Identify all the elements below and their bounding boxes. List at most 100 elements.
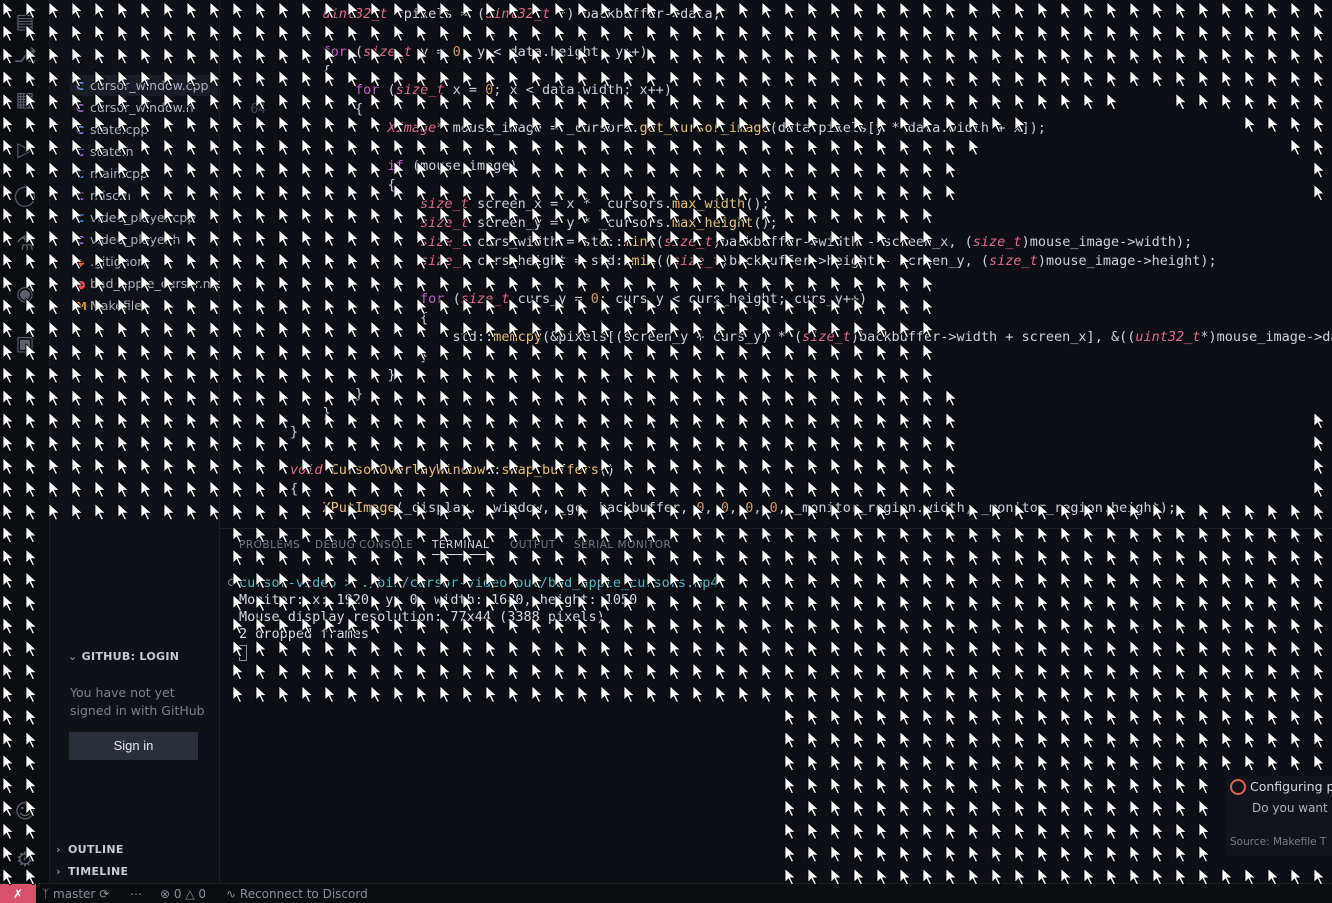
file-name: cursor_window.h <box>90 100 194 115</box>
code-text: size_t screen_x = x * _cursors.max_width… <box>420 196 770 212</box>
code-text: for (size_t y = 0; y < data.height; y++) <box>322 44 648 60</box>
code-line[interactable]: XPutImage(_display, _window, _gc, backbu… <box>220 499 1332 518</box>
source-control-icon[interactable]: ⎇ <box>12 42 38 68</box>
file-type-icon: C <box>76 168 85 181</box>
tab-debug-console[interactable]: DEBUG CONSOLE <box>315 539 413 551</box>
file-item[interactable]: ◆ .gitignore <box>76 251 150 272</box>
outline-section[interactable]: › OUTLINE <box>56 843 124 856</box>
testing-icon[interactable]: ⚗ <box>12 230 38 256</box>
file-type-icon: C <box>76 102 85 115</box>
remote-indicator-button[interactable]: ✗ <box>0 884 36 903</box>
code-text: size_t curs_width = std::min((size_t)bac… <box>420 234 1193 250</box>
file-type-icon: C <box>76 124 85 137</box>
code-line[interactable]: if (mouse_image) <box>220 157 1332 176</box>
code-text: if (mouse_image) <box>387 158 518 174</box>
code-line[interactable]: } <box>220 423 1332 442</box>
code-text: XPutImage(_display, _window, _gc, backbu… <box>322 500 1177 516</box>
code-line[interactable]: size_t curs_width = std::min((size_t)bac… <box>220 233 1332 252</box>
code-line[interactable]: for (size_t curs_y = 0; curs_y < curs_he… <box>220 290 1332 309</box>
code-line[interactable]: { <box>220 62 1332 81</box>
file-item[interactable]: Cvideo_player.h <box>76 229 180 250</box>
code-line[interactable]: size_t screen_x = x * _cursors.max_width… <box>220 195 1332 214</box>
code-line[interactable]: XImage* mouse_image = _cursors.get_curso… <box>220 119 1332 138</box>
code-text: } <box>290 367 396 383</box>
tab-problems[interactable]: PROBLEMS <box>239 539 300 551</box>
explorer-icon[interactable]: ▤ <box>12 8 38 34</box>
code-text: } <box>290 405 331 421</box>
code-line[interactable] <box>220 138 1332 157</box>
file-name: cursor_window.cpp <box>90 78 209 93</box>
code-text: { <box>290 481 299 497</box>
file-item[interactable]: Cstate.cpp <box>76 119 148 140</box>
settings-icon[interactable]: ⚙ <box>12 846 38 872</box>
code-line[interactable]: { <box>220 309 1332 328</box>
code-line[interactable]: { <box>220 480 1332 499</box>
file-name: .gitignore <box>90 254 150 269</box>
activity-icon: ∿ <box>226 887 237 901</box>
file-name: state.h <box>90 144 134 159</box>
file-item[interactable]: ● bad_apple_cursor.mp4 <box>76 273 231 294</box>
code-text: { <box>290 310 429 326</box>
notification-toast[interactable]: Configuring p Do you want Source: Makefi… <box>1226 776 1332 856</box>
accounts-icon[interactable]: ☺ <box>12 798 38 824</box>
file-item[interactable]: Ccursor_window.cpp <box>70 75 218 96</box>
file-item[interactable]: Cvideo_player.cpp <box>76 207 195 228</box>
git-graph-icon[interactable]: ⋯ <box>130 884 142 903</box>
code-text: uint32_t *pixels = (uint32_t *) backbuff… <box>322 6 721 22</box>
code-text: for (size_t x = 0; x < data.width; x++) <box>355 82 673 98</box>
code-line[interactable]: } <box>220 404 1332 423</box>
file-item[interactable]: Ccursor_window.h <box>76 97 194 118</box>
code-line[interactable]: uint32_t *pixels = (uint32_t *) backbuff… <box>220 5 1332 24</box>
sign-in-button[interactable]: Sign in <box>69 732 198 760</box>
code-line[interactable]: size_t screen_y = y * _cursors.max_heigh… <box>220 214 1332 233</box>
file-name: video_player.h <box>90 232 181 247</box>
code-line[interactable]: for (size_t x = 0; x < data.width; x++) <box>220 81 1332 100</box>
problems-indicator[interactable]: ⊗ 0 △ 0 <box>160 884 206 903</box>
code-text: { <box>290 177 396 193</box>
terminal-cursor[interactable] <box>239 645 247 661</box>
file-type-icon: C <box>76 190 85 203</box>
timeline-section[interactable]: › TIMELINE <box>56 865 128 878</box>
code-line[interactable]: std::memcpy(&pixels[(screen_y + curs_y) … <box>220 328 1332 347</box>
tab-terminal[interactable]: TERMINAL <box>432 539 490 555</box>
code-line[interactable]: { <box>220 176 1332 195</box>
error-icon: ⊗ <box>160 887 171 901</box>
github-icon[interactable]: ◉ <box>12 280 38 306</box>
code-line[interactable] <box>220 442 1332 461</box>
code-line[interactable]: size_t curs_height = std::min((size_t)ba… <box>220 252 1332 271</box>
extensions-icon[interactable]: ▦ <box>12 86 38 112</box>
file-item[interactable]: Cmisc.h <box>76 185 131 206</box>
tab-serial-monitor[interactable]: SERIAL MONITOR <box>574 539 671 551</box>
code-line[interactable] <box>220 271 1332 290</box>
file-name: main.cpp <box>90 166 148 181</box>
file-type-icon: ● <box>76 278 86 291</box>
discord-status[interactable]: ∿ Reconnect to Discord <box>226 884 368 903</box>
terminal-line: Monitor: x: 1920, y: 0, width: 1680, hei… <box>239 592 638 608</box>
code-line[interactable]: void CursorOverlayWindow::swap_buffers() <box>220 461 1332 480</box>
remote-explorer-icon[interactable]: ◯ <box>12 182 38 208</box>
code-text: std::memcpy(&pixels[(screen_y + curs_y) … <box>290 329 1332 345</box>
sync-icon: ⟳ <box>99 887 110 901</box>
chevron-right-icon: › <box>56 843 61 856</box>
code-line[interactable] <box>220 24 1332 43</box>
file-item[interactable]: M Makefile <box>76 295 142 316</box>
code-line[interactable]: } <box>220 366 1332 385</box>
code-editor[interactable]: uint32_t *pixels = (uint32_t *) backbuff… <box>220 0 1332 528</box>
file-item[interactable]: Cmain.cpp <box>76 163 148 184</box>
github-login-message: You have not yet signed in with GitHub <box>70 685 205 718</box>
branch-indicator[interactable]: ᛉ master ⟳ <box>42 884 109 903</box>
files-icon[interactable]: ▣ <box>12 330 38 356</box>
tab-output[interactable]: OUTPUT <box>510 539 556 551</box>
bottom-panel: PROBLEMS DEBUG CONSOLE TERMINAL OUTPUT S… <box>220 528 1332 883</box>
github-login-header[interactable]: ⌄ GITHUB: LOGIN <box>68 650 179 663</box>
notification-title: Configuring p <box>1250 779 1332 794</box>
code-line[interactable]: } <box>220 385 1332 404</box>
code-text: } <box>290 386 364 402</box>
run-debug-icon[interactable]: ▷ <box>12 136 38 162</box>
file-name: bad_apple_cursor.mp4 <box>90 276 231 291</box>
code-line[interactable]: for (size_t y = 0; y < data.height; y++) <box>220 43 1332 62</box>
file-item[interactable]: Cstate.h <box>76 141 134 162</box>
sidebar: Ccursor_window.cpp Ccursor_window.h Cstate… <box>50 0 231 883</box>
code-line[interactable]: } <box>220 347 1332 366</box>
code-line[interactable]: 64 { <box>220 100 1332 119</box>
